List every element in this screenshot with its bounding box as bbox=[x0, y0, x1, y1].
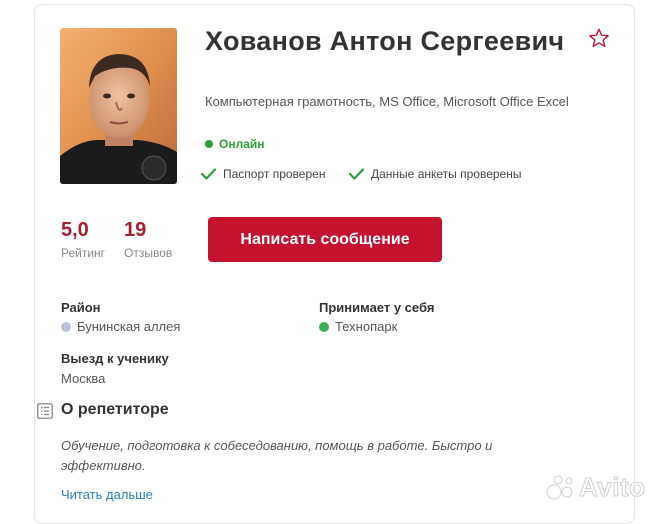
district-value: Бунинская аллея bbox=[61, 319, 180, 334]
travel-label: Выезд к ученику bbox=[61, 351, 169, 366]
rating-label: Рейтинг bbox=[61, 246, 106, 260]
read-more-link[interactable]: Читать дальше bbox=[61, 487, 153, 502]
list-icon bbox=[37, 403, 53, 424]
avito-logo-icon bbox=[546, 475, 573, 499]
avito-watermark: Avito bbox=[546, 472, 646, 503]
hosts-value-text: Технопарк bbox=[335, 319, 398, 334]
tutor-photo[interactable] bbox=[60, 28, 177, 184]
reviews-label[interactable]: Отзывов bbox=[124, 246, 172, 260]
district-dot-icon bbox=[61, 321, 71, 332]
hosts-label: Принимает у себя bbox=[319, 300, 435, 315]
passport-verified-label: Паспорт проверен bbox=[223, 167, 326, 181]
district-label: Район bbox=[61, 300, 101, 315]
reviews-count[interactable]: 19 bbox=[124, 219, 146, 242]
write-message-button[interactable]: Написать сообщение bbox=[208, 217, 442, 262]
hosts-dot-icon bbox=[319, 321, 329, 332]
online-dot-icon bbox=[205, 140, 213, 148]
tutor-photo-image bbox=[60, 28, 177, 184]
rating-value: 5,0 bbox=[61, 219, 89, 241]
online-status: Онлайн bbox=[205, 137, 265, 151]
hosts-value: Технопарк bbox=[319, 319, 397, 334]
profile-verified-badge: Данные анкеты проверены bbox=[349, 167, 521, 181]
about-section-title: О репетиторе bbox=[61, 401, 169, 418]
checkmark-icon bbox=[201, 168, 216, 180]
passport-verified-badge: Паспорт проверен bbox=[201, 167, 325, 181]
profile-verified-label: Данные анкеты проверены bbox=[371, 167, 522, 181]
tutor-name: Хованов Антон Сергеевич bbox=[205, 26, 565, 56]
avito-watermark-text: Avito bbox=[579, 472, 646, 503]
star-outline-icon bbox=[589, 28, 609, 48]
online-status-label: Онлайн bbox=[219, 137, 265, 151]
tutor-subjects: Компьютерная грамотность, MS Office, Mic… bbox=[205, 94, 569, 109]
travel-value: Москва bbox=[61, 371, 106, 386]
about-text: Обучение, подготовка к собеседованию, по… bbox=[61, 438, 493, 473]
checkmark-icon bbox=[349, 168, 364, 180]
favorite-button[interactable] bbox=[585, 24, 613, 52]
district-value-text: Бунинская аллея bbox=[77, 319, 181, 334]
